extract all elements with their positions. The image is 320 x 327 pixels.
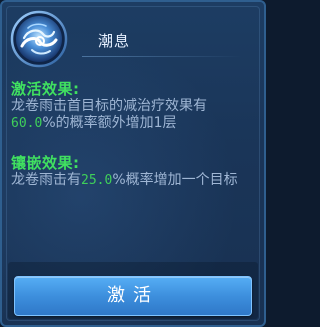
activate-button[interactable]: 激活 [14,276,252,316]
skill-header: 潮息 [8,8,258,70]
activation-value: 60.0 [11,116,43,131]
inlay-value: 25.0 [81,173,113,188]
title-divider [82,56,242,57]
wave-swirl-icon [10,10,68,68]
activation-text-after: %的概率额外增加1层 [42,115,177,131]
skill-name: 潮息 [98,32,131,50]
activation-effect-text: 龙卷雨击首目标的减治疗效果有 60.0%的概率额外增加1层 [11,98,243,132]
skill-tooltip-panel: 潮息 激活效果: 龙卷雨击首目标的减治疗效果有 60.0%的概率额外增加1层 镶嵌… [0,0,266,327]
activation-text-before: 龙卷雨击首目标的减治疗效果有 [11,98,207,114]
inlay-text-before: 龙卷雨击有 [11,172,81,188]
inlay-effect-title: 镶嵌效果: [11,154,80,172]
inlay-text-after: %概率增加一个目标 [112,172,238,188]
inlay-effect-text: 龙卷雨击有25.0%概率增加一个目标 [11,172,243,189]
activation-effect-title: 激活效果: [11,80,80,98]
